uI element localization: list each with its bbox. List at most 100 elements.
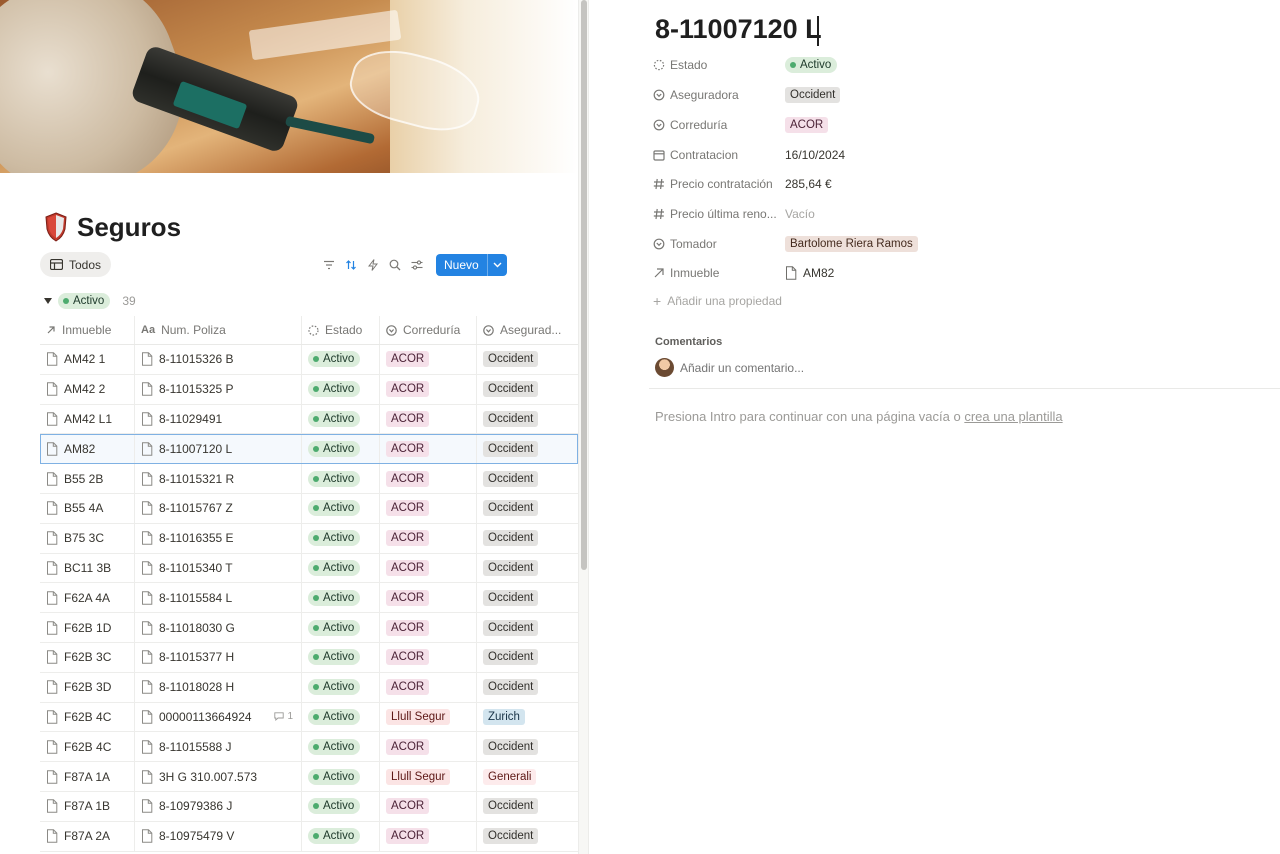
cell-aseguradora[interactable]: Occident xyxy=(477,464,578,493)
property-value[interactable]: 285,64 € xyxy=(785,177,832,191)
table-row[interactable]: F87A 1B 8-10979386 J Activo ACOR Occiden… xyxy=(40,791,578,822)
cell-correduria[interactable]: ACOR xyxy=(380,434,477,464)
cell-correduria[interactable]: ACOR xyxy=(380,464,477,493)
inmueble-link[interactable]: F62B 4C xyxy=(64,740,111,754)
cell-inmueble[interactable]: AM42 2 xyxy=(40,374,135,404)
cell-inmueble[interactable]: AM42 1 xyxy=(40,345,135,374)
poliza-title[interactable]: 8-10979386 J xyxy=(159,799,232,813)
settings-sliders-icon[interactable] xyxy=(408,256,426,274)
search-icon[interactable] xyxy=(386,256,404,274)
cell-inmueble[interactable]: F62B 3D xyxy=(40,672,135,702)
inmueble-link[interactable]: B55 2B xyxy=(64,472,103,486)
column-header-estado[interactable]: Estado xyxy=(302,316,380,344)
cell-inmueble[interactable]: BC11 3B xyxy=(40,553,135,583)
inmueble-link[interactable]: F62B 3D xyxy=(64,680,111,694)
cell-aseguradora[interactable]: Occident xyxy=(477,554,578,583)
cell-inmueble[interactable]: F62A 4A xyxy=(40,583,135,613)
poliza-title[interactable]: 3H G 310.007.573 xyxy=(159,770,257,784)
cell-inmueble[interactable]: B75 3C xyxy=(40,523,135,553)
cell-correduria[interactable]: Llull Segur xyxy=(380,762,477,791)
cell-poliza[interactable]: 8-11015340 T xyxy=(135,553,302,583)
poliza-title[interactable]: 8-11015767 Z xyxy=(159,501,233,515)
cell-inmueble[interactable]: F62B 3C xyxy=(40,642,135,672)
cell-estado[interactable]: Activo xyxy=(302,493,380,523)
cell-aseguradora[interactable]: Occident xyxy=(477,643,578,672)
cell-aseguradora[interactable]: Occident xyxy=(477,822,578,851)
table-row[interactable]: F62B 4C 8-11015588 J Activo ACOR Occiden… xyxy=(40,732,578,763)
cell-correduria[interactable]: ACOR xyxy=(380,493,477,523)
table-row[interactable]: AM82 8-11007120 L Activo ACOR Occident xyxy=(40,434,578,465)
cell-poliza[interactable]: 8-11015584 L xyxy=(135,583,302,613)
table-row[interactable]: F62B 3C 8-11015377 H Activo ACOR Occiden… xyxy=(40,642,578,673)
cell-aseguradora[interactable]: Occident xyxy=(477,583,578,612)
property-inmueble[interactable]: Inmueble AM82 xyxy=(653,262,1213,284)
cell-correduria[interactable]: ACOR xyxy=(380,374,477,404)
table-row[interactable]: F62B 1D 8-11018030 G Activo ACOR Occiden… xyxy=(40,613,578,643)
cell-correduria[interactable]: ACOR xyxy=(380,345,477,374)
table-row[interactable]: B55 2B 8-11015321 R Activo ACOR Occident xyxy=(40,464,578,494)
cell-correduria[interactable]: ACOR xyxy=(380,821,477,851)
poliza-title[interactable]: 8-11015588 J xyxy=(159,740,232,754)
cell-inmueble[interactable]: F87A 1B xyxy=(40,791,135,821)
cell-inmueble[interactable]: B55 4A xyxy=(40,493,135,523)
inmueble-link[interactable]: F87A 1A xyxy=(64,770,110,784)
cell-estado[interactable]: Activo xyxy=(302,821,380,851)
poliza-title[interactable]: 8-11018028 H xyxy=(159,680,234,694)
property-aseguradora[interactable]: Aseguradora Occident xyxy=(653,84,1213,106)
poliza-title[interactable]: 8-10975479 V xyxy=(159,829,234,843)
record-title[interactable]: 8-11007120 L xyxy=(655,14,822,45)
table-row[interactable]: F62B 4C 00000113664924 1 Activo Llull Se… xyxy=(40,702,578,733)
cell-aseguradora[interactable]: Occident xyxy=(477,613,578,642)
table-row[interactable]: F62A 4A 8-11015584 L Activo ACOR Occiden… xyxy=(40,583,578,614)
poliza-title[interactable]: 8-11015325 P xyxy=(159,382,234,396)
cell-inmueble[interactable]: F62B 4C xyxy=(40,732,135,762)
cell-estado[interactable]: Activo xyxy=(302,523,380,553)
property-tomador[interactable]: Tomador Bartolome Riera Ramos xyxy=(653,233,1213,255)
cell-correduria[interactable]: ACOR xyxy=(380,613,477,642)
table-row[interactable]: B75 3C 8-11016355 E Activo ACOR Occident xyxy=(40,523,578,554)
scrollbar-thumb[interactable] xyxy=(581,0,587,570)
cell-estado[interactable]: Activo xyxy=(302,434,380,464)
create-template-link[interactable]: crea una plantilla xyxy=(964,409,1062,424)
cell-estado[interactable]: Activo xyxy=(302,374,380,404)
automation-bolt-icon[interactable] xyxy=(364,256,382,274)
cell-poliza[interactable]: 8-11007120 L xyxy=(135,434,302,464)
property-label[interactable]: Contratacion xyxy=(653,148,785,162)
cell-aseguradora[interactable]: Occident xyxy=(477,673,578,702)
cell-inmueble[interactable]: F87A 1A xyxy=(40,762,135,791)
property-label[interactable]: Correduría xyxy=(653,118,785,132)
comment-input[interactable] xyxy=(680,359,1080,376)
poliza-title[interactable]: 8-11015340 T xyxy=(159,561,233,575)
property-correduria[interactable]: Correduría ACOR xyxy=(653,114,1213,136)
cell-poliza[interactable]: 8-11015377 H xyxy=(135,642,302,672)
cell-inmueble[interactable]: F62B 4C xyxy=(40,702,135,732)
cell-estado[interactable]: Activo xyxy=(302,672,380,702)
property-label[interactable]: Tomador xyxy=(653,237,785,251)
inmueble-link[interactable]: AM42 2 xyxy=(64,382,105,396)
column-header-poliza[interactable]: Aa Num. Poliza xyxy=(135,316,302,344)
cell-inmueble[interactable]: F62B 1D xyxy=(40,613,135,642)
property-precio_contratacion[interactable]: Precio contratación 285,64 € xyxy=(653,173,1213,195)
table-row[interactable]: F87A 1A 3H G 310.007.573 Activo Llull Se… xyxy=(40,762,578,792)
poliza-title[interactable]: 8-11015326 B xyxy=(159,352,234,366)
cell-poliza[interactable]: 3H G 310.007.573 xyxy=(135,762,302,791)
inmueble-link[interactable]: F62B 4C xyxy=(64,710,111,724)
inmueble-link[interactable]: F87A 2A xyxy=(64,829,110,843)
table-row[interactable]: BC11 3B 8-11015340 T Activo ACOR Occiden… xyxy=(40,553,578,584)
property-label[interactable]: Precio última reno... xyxy=(653,207,785,221)
cell-aseguradora[interactable]: Generali xyxy=(477,762,578,791)
poliza-title[interactable]: 8-11016355 E xyxy=(159,531,234,545)
cell-poliza[interactable]: 8-11029491 xyxy=(135,404,302,434)
cell-aseguradora[interactable]: Occident xyxy=(477,524,578,553)
inmueble-link[interactable]: AM42 L1 xyxy=(64,412,112,426)
cell-correduria[interactable]: ACOR xyxy=(380,791,477,821)
cell-poliza[interactable]: 8-11015767 Z xyxy=(135,493,302,523)
table-row[interactable]: B55 4A 8-11015767 Z Activo ACOR Occident xyxy=(40,493,578,524)
property-precio_ultima[interactable]: Precio última reno... Vacío xyxy=(653,203,1213,225)
cell-poliza[interactable]: 8-11018030 G xyxy=(135,613,302,642)
cell-poliza[interactable]: 8-11015588 J xyxy=(135,732,302,762)
cell-estado[interactable]: Activo xyxy=(302,404,380,434)
cell-estado[interactable]: Activo xyxy=(302,791,380,821)
cell-aseguradora[interactable]: Occident xyxy=(477,434,578,463)
chevron-down-icon[interactable] xyxy=(486,254,507,276)
